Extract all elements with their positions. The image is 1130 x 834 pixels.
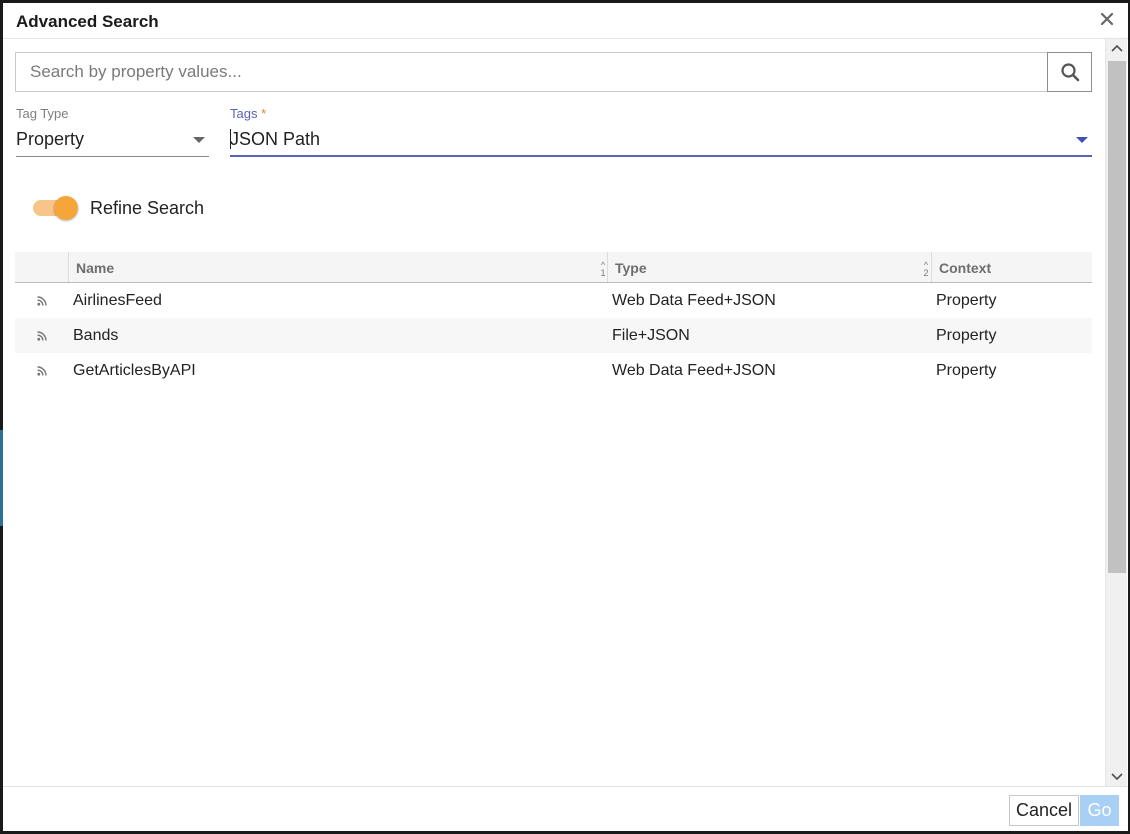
table-row[interactable]: AirlinesFeed Web Data Feed+JSON Property bbox=[15, 283, 1092, 318]
tags-label-text: Tags bbox=[230, 106, 258, 121]
column-header-name[interactable]: Name bbox=[76, 252, 606, 282]
column-header-type[interactable]: Type bbox=[615, 252, 931, 282]
background-window-edge bbox=[0, 430, 3, 526]
tag-type-label: Tag Type bbox=[16, 106, 69, 121]
column-divider bbox=[607, 252, 608, 282]
row-context: Property bbox=[936, 292, 997, 309]
tags-select[interactable]: JSON Path bbox=[230, 121, 1092, 157]
refine-search-toggle[interactable] bbox=[33, 196, 79, 220]
search-input[interactable] bbox=[16, 53, 1049, 91]
rss-icon bbox=[37, 331, 47, 341]
go-button[interactable]: Go bbox=[1080, 795, 1119, 826]
tag-type-select[interactable]: Property bbox=[16, 121, 209, 157]
dialog-footer: Cancel Go bbox=[3, 786, 1128, 831]
row-type: File+JSON bbox=[612, 327, 690, 344]
required-mark: * bbox=[261, 106, 267, 121]
refine-search-label: Refine Search bbox=[90, 198, 205, 218]
row-name: Bands bbox=[73, 327, 119, 344]
toggle-knob bbox=[54, 196, 78, 220]
results-table: Name ^ 1 Type ^ 2 Context AirlinesFeed Web… bbox=[15, 252, 1092, 388]
tags-label: Tags * bbox=[230, 106, 266, 121]
column-header-context[interactable]: Context bbox=[939, 252, 1089, 282]
close-icon[interactable] bbox=[1098, 10, 1116, 28]
row-name: GetArticlesByAPI bbox=[73, 362, 196, 379]
dialog-header: Advanced Search bbox=[3, 3, 1128, 39]
column-header-label: Context bbox=[939, 260, 992, 276]
rss-icon bbox=[37, 296, 47, 306]
search-box bbox=[15, 52, 1092, 92]
table-row[interactable]: Bands File+JSON Property bbox=[15, 318, 1092, 353]
scroll-up-icon[interactable] bbox=[1109, 41, 1125, 57]
table-row[interactable]: GetArticlesByAPI Web Data Feed+JSON Prop… bbox=[15, 353, 1092, 388]
vertical-scrollbar[interactable] bbox=[1105, 39, 1127, 786]
column-header-label: Type bbox=[615, 260, 647, 276]
cancel-button[interactable]: Cancel bbox=[1009, 795, 1080, 826]
column-divider bbox=[931, 252, 932, 282]
scroll-thumb[interactable] bbox=[1108, 61, 1126, 573]
tags-value: JSON Path bbox=[230, 129, 321, 149]
search-icon bbox=[1060, 63, 1079, 82]
row-type: Web Data Feed+JSON bbox=[612, 362, 776, 379]
rss-icon bbox=[37, 366, 47, 376]
sort-order: 1 bbox=[600, 268, 606, 278]
dialog-title: Advanced Search bbox=[16, 12, 159, 31]
sort-order: 2 bbox=[923, 268, 929, 278]
column-header-label: Name bbox=[76, 260, 115, 276]
search-button[interactable] bbox=[1047, 52, 1092, 92]
row-type: Web Data Feed+JSON bbox=[612, 292, 776, 309]
row-name: AirlinesFeed bbox=[73, 292, 162, 309]
chevron-down-icon bbox=[193, 137, 205, 143]
table-header: Name ^ 1 Type ^ 2 Context bbox=[15, 252, 1092, 283]
row-context: Property bbox=[936, 327, 997, 344]
tag-type-value: Property bbox=[16, 129, 85, 149]
scroll-down-icon[interactable] bbox=[1109, 768, 1125, 784]
row-context: Property bbox=[936, 362, 997, 379]
sort-indicator-icon: ^ 1 bbox=[600, 260, 606, 278]
sort-indicator-icon: ^ 2 bbox=[923, 260, 929, 278]
chevron-down-icon bbox=[1076, 137, 1088, 143]
column-divider bbox=[68, 252, 69, 282]
